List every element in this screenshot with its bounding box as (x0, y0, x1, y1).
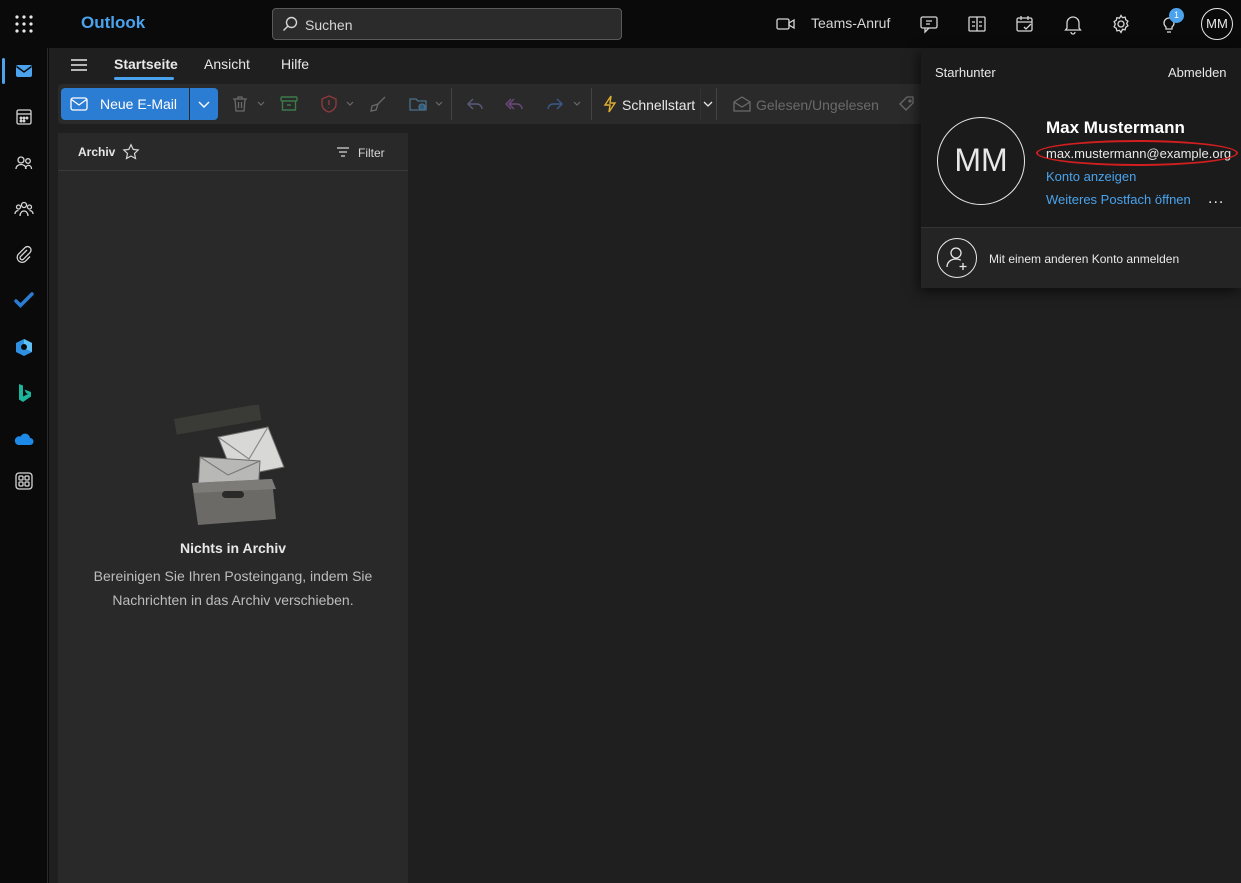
empty-archive-illustration-icon (170, 405, 296, 529)
bing-icon[interactable] (12, 381, 36, 405)
tab-view[interactable]: Ansicht (204, 56, 250, 72)
calendar-icon[interactable] (12, 105, 36, 129)
forward-dropdown-chevron-icon[interactable] (572, 98, 582, 118)
video-call-icon[interactable] (774, 12, 798, 36)
ribbon-divider (716, 88, 717, 120)
onedrive-icon[interactable] (12, 427, 36, 451)
delete-trash-icon[interactable] (230, 94, 250, 114)
tag-icon[interactable] (897, 94, 917, 114)
teams-call-button[interactable]: Teams-Anruf (811, 15, 890, 31)
quickstart-button[interactable]: Schnellstart (622, 97, 695, 113)
filter-button[interactable]: Filter (358, 146, 385, 160)
feedback-icon[interactable] (917, 12, 941, 36)
search-icon (282, 16, 298, 32)
rail-selection-indicator (2, 58, 5, 84)
forward-icon[interactable] (545, 94, 565, 114)
search-box[interactable]: Suchen (272, 8, 622, 40)
sign-in-other-account-label: Mit einem anderen Konto anmelden (989, 252, 1180, 266)
microsoft-365-icon[interactable] (12, 335, 36, 359)
folder-title: Archiv (78, 145, 116, 159)
ribbon-divider (591, 88, 592, 120)
ribbon-divider (451, 88, 452, 120)
read-unread-button[interactable]: Gelesen/Ungelesen (756, 97, 879, 113)
account-name: Max Mustermann (1046, 118, 1185, 137)
organization-name: Starhunter (935, 65, 996, 80)
attachment-icon[interactable] (12, 243, 36, 267)
filter-icon[interactable] (336, 145, 350, 159)
view-account-link[interactable]: Konto anzeigen (1046, 169, 1136, 184)
todo-icon[interactable] (12, 289, 36, 313)
tab-help[interactable]: Hilfe (281, 56, 309, 72)
email-highlight-annotation (1036, 140, 1238, 166)
report-shield-icon[interactable] (319, 94, 339, 114)
new-mail-button[interactable]: Neue E-Mail (61, 88, 189, 120)
office-icon[interactable] (965, 12, 989, 36)
ribbon-divider (700, 88, 701, 120)
groups-icon[interactable] (12, 197, 36, 221)
move-to-folder-icon[interactable] (408, 94, 428, 114)
move-dropdown-chevron-icon[interactable] (434, 98, 444, 118)
hamburger-menu-icon[interactable] (70, 56, 88, 74)
lightning-icon[interactable] (600, 94, 620, 114)
settings-gear-icon[interactable] (1109, 12, 1133, 36)
read-unread-envelope-icon[interactable] (732, 94, 752, 114)
report-dropdown-chevron-icon[interactable] (345, 98, 355, 118)
tips-badge: 1 (1169, 8, 1184, 23)
delete-dropdown-chevron-icon[interactable] (256, 98, 266, 118)
empty-state-text: Bereinigen Sie Ihren Posteingang, indem … (93, 568, 373, 608)
quickstart-dropdown-chevron-icon[interactable] (702, 98, 714, 118)
notification-bell-icon[interactable] (1061, 12, 1085, 36)
account-avatar-large: MM (937, 117, 1025, 205)
account-avatar-button[interactable]: MM (1201, 8, 1233, 40)
sign-out-link[interactable]: Abmelden (1168, 65, 1227, 80)
favorite-star-icon[interactable] (122, 143, 140, 161)
app-title[interactable]: Outlook (81, 13, 145, 33)
active-tab-indicator (114, 77, 174, 80)
open-other-mailbox-link[interactable]: Weiteres Postfach öffnen (1046, 192, 1191, 207)
reply-all-icon[interactable] (505, 94, 525, 114)
reply-icon[interactable] (465, 94, 485, 114)
add-person-icon (937, 238, 977, 278)
more-apps-icon[interactable] (12, 469, 36, 493)
search-placeholder: Suchen (305, 17, 353, 33)
new-mail-dropdown-button[interactable] (190, 88, 218, 120)
tab-home[interactable]: Startseite (114, 56, 178, 72)
empty-state-title: Nichts in Archiv (179, 540, 287, 556)
more-options-button[interactable]: ... (1208, 190, 1224, 208)
people-icon[interactable] (12, 151, 36, 175)
app-launcher-icon[interactable] (12, 12, 36, 36)
sweep-broom-icon[interactable] (368, 94, 388, 114)
archive-box-icon[interactable] (279, 94, 299, 114)
my-day-icon[interactable] (1013, 12, 1037, 36)
mail-icon[interactable] (12, 59, 36, 83)
new-mail-label: Neue E-Mail (100, 96, 178, 112)
envelope-icon (70, 96, 88, 112)
